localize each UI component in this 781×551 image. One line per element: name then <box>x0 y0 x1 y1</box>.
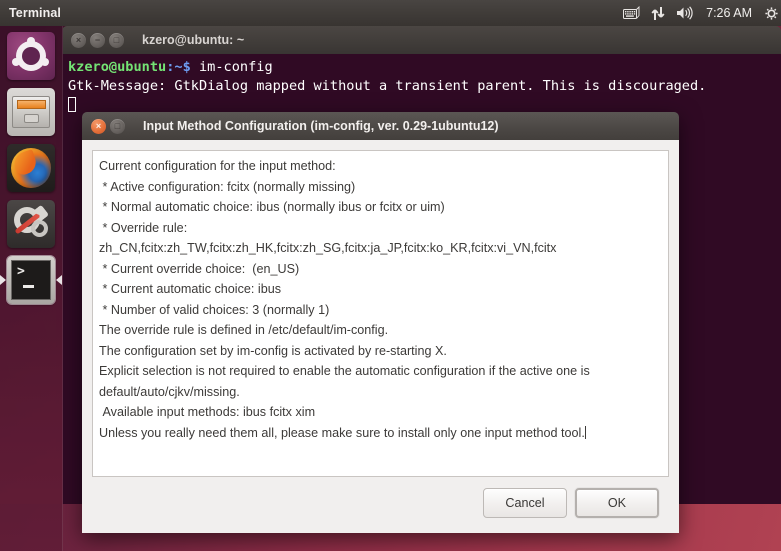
launcher-item-files[interactable] <box>7 88 55 136</box>
unity-launcher: > <box>0 26 63 551</box>
launcher-item-firefox[interactable] <box>7 144 55 192</box>
launcher-focused-arrow-icon <box>56 275 62 285</box>
launcher-running-arrow-icon <box>0 275 6 285</box>
keyboard-icon[interactable] <box>623 6 640 20</box>
ok-button[interactable]: OK <box>575 488 659 518</box>
terminal-minimize-button[interactable]: − <box>90 32 105 48</box>
terminal-prompt-user: kzero@ubuntu <box>68 59 167 75</box>
firefox-icon <box>7 144 55 192</box>
terminal-window-title: kzero@ubuntu: ~ <box>142 33 245 47</box>
dialog-title: Input Method Configuration (im-config, v… <box>143 119 499 133</box>
dialog-titlebar[interactable]: × □ Input Method Configuration (im-confi… <box>82 112 679 140</box>
dialog-action-bar: Cancel OK <box>92 477 669 533</box>
im-config-dialog[interactable]: × □ Input Method Configuration (im-confi… <box>82 112 679 533</box>
gear-wrench-icon <box>7 200 55 248</box>
launcher-item-settings[interactable] <box>7 200 55 248</box>
dialog-body-text: Current configuration for the input meth… <box>99 159 590 440</box>
terminal-icon: > <box>6 255 56 305</box>
system-tray: 7:26 AM <box>623 6 781 21</box>
terminal-cursor <box>68 97 76 112</box>
panel-app-title[interactable]: Terminal <box>9 6 61 20</box>
dialog-maximize-button[interactable]: □ <box>110 118 125 134</box>
terminal-titlebar[interactable]: × − □ kzero@ubuntu: ~ <box>62 26 781 54</box>
network-updown-icon[interactable] <box>651 6 665 21</box>
launcher-item-ubuntu-dash[interactable] <box>7 32 55 80</box>
terminal-close-button[interactable]: × <box>71 32 86 48</box>
cancel-button[interactable]: Cancel <box>483 488 567 518</box>
top-panel: Terminal 7:26 AM <box>0 0 781 26</box>
launcher-item-terminal[interactable]: > <box>0 255 62 305</box>
dialog-textview[interactable]: Current configuration for the input meth… <box>92 150 669 477</box>
dialog-close-button[interactable]: × <box>91 118 106 134</box>
text-caret <box>584 425 586 439</box>
terminal-prompt-path: :~$ <box>166 59 191 75</box>
clock[interactable]: 7:26 AM <box>704 6 754 20</box>
terminal-message-line: Gtk-Message: GtkDialog mapped without a … <box>68 78 707 94</box>
ubuntu-logo-icon <box>7 32 55 80</box>
terminal-command: im-config <box>190 59 273 75</box>
session-gear-icon[interactable] <box>765 6 778 20</box>
dialog-body: Current configuration for the input meth… <box>82 140 679 533</box>
terminal-maximize-button[interactable]: □ <box>109 32 124 48</box>
file-cabinet-icon <box>7 88 55 136</box>
volume-icon[interactable] <box>676 6 693 20</box>
desktop-screen: × − □ kzero@ubuntu: ~ kzero@ubuntu:~$ im… <box>0 0 781 551</box>
